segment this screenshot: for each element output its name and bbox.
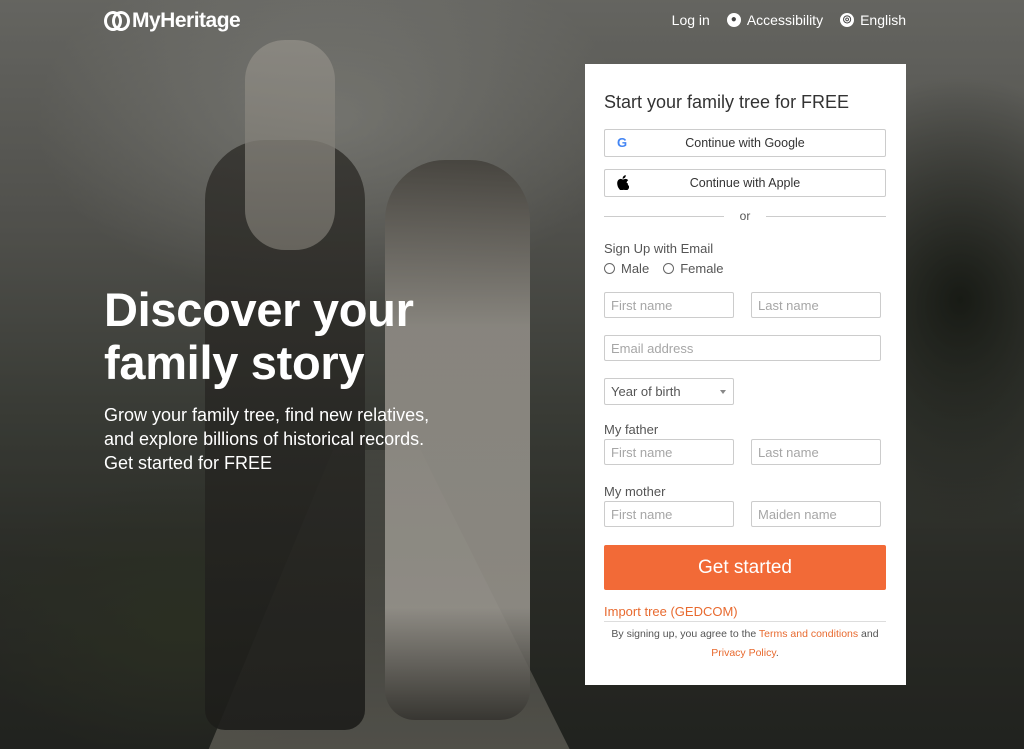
privacy-policy-link[interactable]: Privacy Policy: [711, 647, 776, 659]
google-button-label: Continue with Google: [685, 136, 805, 150]
father-last-name-input[interactable]: [751, 439, 881, 465]
accessibility-icon: ●: [726, 13, 741, 27]
legal-text: By signing up, you agree to the Terms an…: [604, 625, 886, 663]
continue-with-apple-button[interactable]: Continue with Apple: [604, 169, 886, 197]
mother-first-name-input[interactable]: [604, 501, 734, 527]
legal-prefix: By signing up, you agree to the: [611, 628, 757, 640]
gender-male-radio[interactable]: Male: [604, 261, 649, 276]
gender-female-radio[interactable]: Female: [663, 261, 724, 276]
year-of-birth-label: Year of birth: [611, 384, 681, 399]
mother-label: My mother: [604, 484, 666, 499]
chevron-down-icon: [720, 390, 726, 394]
google-icon: G: [616, 135, 628, 150]
hero-subtitle-line-3: Get started for FREE: [104, 453, 273, 473]
mother-maiden-name-input[interactable]: [751, 501, 881, 527]
get-started-button[interactable]: Get started: [604, 545, 886, 590]
radio-circle: [604, 263, 615, 274]
legal-suffix: .: [775, 647, 779, 659]
accessibility-label: Accessibility: [746, 12, 824, 28]
hero-title-line-2: family story: [104, 336, 365, 389]
email-input[interactable]: [604, 335, 881, 361]
import-tree-link[interactable]: Import tree (GEDCOM): [604, 604, 738, 619]
or-divider: or: [604, 209, 887, 223]
hero-subtitle-line-2: and explore billions of historical recor…: [104, 429, 425, 449]
globe-icon: ◎: [840, 13, 855, 27]
apple-button-label: Continue with Apple: [689, 176, 801, 190]
divider: [604, 621, 886, 622]
father-first-name-input[interactable]: [604, 439, 734, 465]
login-label: Log in: [671, 12, 710, 28]
language-label: English: [860, 12, 906, 28]
first-name-input[interactable]: [604, 292, 734, 318]
year-of-birth-select[interactable]: Year of birth: [604, 378, 734, 405]
hero-title: Discover your family story: [104, 283, 524, 389]
top-nav: Log in ● Accessibility ◎ English: [672, 12, 906, 28]
father-label: My father: [604, 422, 659, 437]
hero-subtitle: Grow your family tree, find new relative…: [104, 403, 524, 475]
logo-icon: [104, 10, 130, 32]
gender-female-label: Female: [680, 261, 724, 276]
radio-circle: [663, 263, 675, 274]
terms-link[interactable]: Terms and conditions: [759, 628, 858, 640]
signup-title: Start your family tree for FREE: [604, 92, 850, 112]
login-link[interactable]: Log in: [672, 12, 710, 28]
gender-radio-group: Male Female: [604, 261, 724, 276]
hero: Discover your family story Grow your fam…: [104, 283, 524, 475]
accessibility-link[interactable]: ● Accessibility: [726, 12, 824, 28]
logo-text: MyHeritage: [132, 9, 241, 32]
language-selector[interactable]: ◎ English: [840, 12, 906, 28]
signup-card: Start your family tree for FREE G Contin…: [585, 64, 906, 685]
hero-title-line-1: Discover your: [104, 283, 414, 336]
or-label: or: [739, 209, 751, 223]
last-name-input[interactable]: [751, 292, 881, 318]
hero-subtitle-line-1: Grow your family tree, find new relative…: [104, 405, 430, 425]
logo[interactable]: MyHeritage: [104, 9, 241, 33]
apple-icon: [614, 175, 630, 191]
email-section-label: Sign Up with Email: [604, 241, 714, 256]
legal-and: and: [861, 628, 879, 640]
continue-with-google-button[interactable]: G Continue with Google: [604, 129, 886, 157]
gender-male-label: Male: [621, 261, 650, 276]
